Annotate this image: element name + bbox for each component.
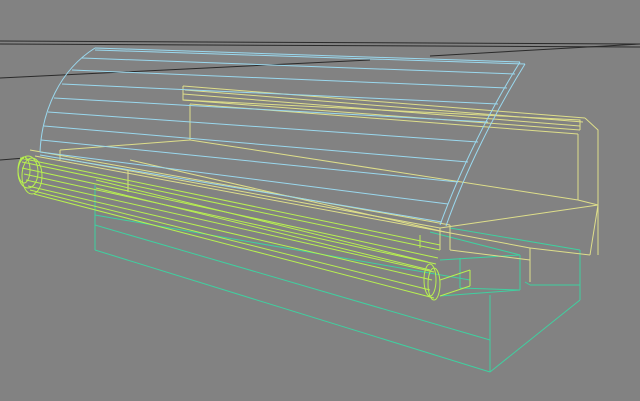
- base-cabinet-wireframe: [94, 185, 581, 373]
- cabinet-edge: [449, 227, 581, 251]
- side-panel-edge: [577, 199, 599, 206]
- canopy-rib: [39, 151, 449, 205]
- rail-line: [19, 157, 441, 246]
- grid-line: [0, 43, 640, 48]
- display-deck-edge: [189, 139, 579, 201]
- grid-line: [0, 40, 640, 45]
- canopy-rib: [53, 97, 489, 123]
- canopy-rib: [71, 69, 508, 89]
- rail-line: [95, 187, 431, 271]
- canopy-rib: [61, 83, 499, 105]
- display-deck-edge: [29, 149, 451, 226]
- grid-line: [0, 59, 371, 79]
- rail-line: [33, 193, 435, 299]
- rail-line: [21, 161, 441, 251]
- cabinet-edge: [94, 249, 491, 373]
- cabinet-edge: [459, 287, 521, 291]
- canopy-rib: [43, 125, 469, 163]
- cabinet-edge: [94, 224, 491, 341]
- display-deck-edge: [439, 204, 599, 229]
- wireframe-scene: [0, 40, 640, 373]
- canopy-back-curve-inner: [445, 63, 526, 227]
- display-deck-edge: [34, 155, 446, 233]
- rear-shelf-edge: [184, 89, 584, 123]
- canopy-rib: [47, 111, 479, 143]
- cabinet-edge: [489, 299, 581, 373]
- canopy-rib: [39, 154, 443, 223]
- rear-shelf-edge: [182, 85, 586, 119]
- rail-line: [27, 185, 433, 281]
- rail-end-cap: [427, 267, 441, 301]
- side-panel-edge: [529, 247, 591, 256]
- canopy-top-edge: [94, 49, 526, 65]
- rail-line: [29, 189, 431, 291]
- side-panel-edge: [584, 117, 599, 256]
- 3d-wireframe-viewport[interactable]: [0, 0, 640, 401]
- rail-bracket: [439, 269, 471, 281]
- rail-line: [25, 179, 435, 273]
- cabinet-edge: [439, 289, 521, 297]
- cabinet-edge: [524, 281, 531, 286]
- canopy-rib: [81, 57, 516, 75]
- rail-end-cap: [17, 156, 31, 184]
